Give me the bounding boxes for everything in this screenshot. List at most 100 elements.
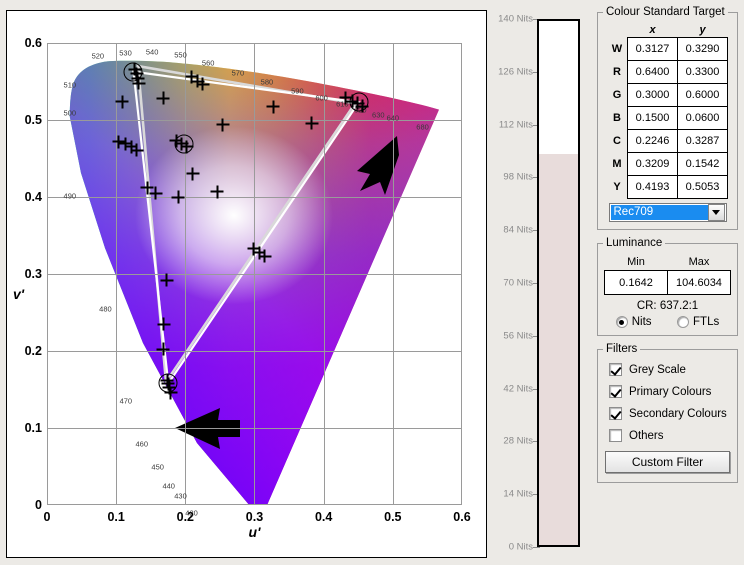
- filter-label: Primary Colours: [629, 385, 712, 398]
- x-tick-0.1: 0.1: [107, 510, 125, 524]
- checkbox-icon[interactable]: [609, 407, 622, 420]
- colour-standard-select[interactable]: Rec709: [608, 203, 727, 222]
- nits-tick-label: 112 Nits: [498, 119, 533, 131]
- cst-cell-x[interactable]: 0.1500: [627, 106, 678, 130]
- filter-label: Grey Scale: [629, 363, 686, 376]
- wavelength-label-640: 640: [386, 113, 400, 123]
- contrast-ratio-text: CR: 637.2:1: [636, 300, 699, 312]
- filter-item-primary-colours[interactable]: Primary Colours: [609, 385, 732, 398]
- luminance-bar-fill: [539, 153, 578, 545]
- radio-icon[interactable]: [615, 316, 628, 328]
- wavelength-label-440: 440: [162, 481, 175, 491]
- y-tick-0.1: 0.1: [24, 420, 42, 435]
- cst-cell-y[interactable]: 0.3287: [677, 129, 728, 153]
- cst-cell-x[interactable]: 0.3209: [627, 152, 678, 176]
- radio-label: FTLs: [693, 316, 720, 328]
- cst-cell-y[interactable]: 0.1542: [677, 152, 728, 176]
- radio-icon[interactable]: [677, 316, 690, 328]
- gridline-x-0.1: [116, 43, 117, 505]
- cst-row-label: M: [612, 158, 622, 170]
- x-tick-0: 0: [43, 510, 51, 524]
- x-tick-0.3: 0.3: [245, 510, 264, 524]
- radio-label: Nits: [631, 316, 652, 328]
- luminance-max-value: 104.6034: [667, 270, 731, 295]
- gridline-x-0.4: [324, 43, 325, 505]
- nits-tick-label: 14 Nits: [503, 488, 533, 500]
- wavelength-label-540: 540: [145, 47, 159, 57]
- radio-nits[interactable]: Nits: [615, 316, 652, 328]
- luminance-max-label: Max: [688, 255, 710, 268]
- nits-scale-panel: 140 Nits 126 Nits 112 Nits 98 Nits 84 Nits 70…: [492, 10, 588, 558]
- custom-filter-button[interactable]: Custom Filter: [605, 451, 730, 473]
- checkbox-icon[interactable]: [609, 363, 622, 376]
- luminance-table: Min Max 0.1642 104.6034: [604, 253, 731, 295]
- cst-cell-y[interactable]: 0.0600: [677, 106, 728, 130]
- filter-label: Others: [629, 429, 664, 442]
- table-row: M 0.3209 0.1542: [607, 152, 728, 176]
- wavelength-label-470: 470: [119, 395, 133, 405]
- cst-row-label: B: [613, 112, 621, 124]
- nits-tick-label: 126 Nits: [498, 66, 533, 78]
- nits-tick-label: 70 Nits: [503, 277, 533, 289]
- cst-cell-y[interactable]: 0.5053: [677, 175, 728, 199]
- cst-row-label: C: [613, 135, 621, 147]
- checkbox-icon[interactable]: [609, 429, 622, 442]
- cst-cell-x[interactable]: 0.2246: [627, 129, 678, 153]
- y-tick-0.2: 0.2: [24, 343, 42, 358]
- cst-cell-x[interactable]: 0.3127: [627, 37, 678, 61]
- luminance-min-value: 0.1642: [604, 270, 668, 295]
- wavelength-label-560: 560: [201, 57, 215, 67]
- x-axis-title: u': [248, 524, 261, 540]
- cst-cell-x[interactable]: 0.6400: [627, 60, 678, 84]
- cst-cell-y[interactable]: 0.3290: [677, 37, 728, 61]
- wavelength-label-430: 430: [174, 491, 187, 501]
- wavelength-label-580: 580: [260, 77, 274, 87]
- filter-item-others[interactable]: Others: [609, 429, 732, 442]
- filter-item-grey-scale[interactable]: Grey Scale: [609, 363, 732, 376]
- cst-cell-y[interactable]: 0.3300: [677, 60, 728, 84]
- checkbox-icon[interactable]: [609, 385, 622, 398]
- table-row: G 0.3000 0.6000: [607, 83, 728, 107]
- cst-cell-x[interactable]: 0.3000: [627, 83, 678, 107]
- wavelength-label-590: 590: [291, 85, 304, 95]
- luminance-min-label: Min: [627, 255, 645, 268]
- gridline-x-0.6: [461, 43, 462, 505]
- colour-standard-select-value[interactable]: Rec709: [610, 205, 708, 220]
- wavelength-label-500: 500: [63, 108, 77, 118]
- table-row: C 0.2246 0.3287: [607, 129, 728, 153]
- nits-tick-label: 0 Nits: [508, 541, 533, 553]
- filter-item-secondary-colours[interactable]: Secondary Colours: [609, 407, 732, 420]
- x-tick-0.5: 0.5: [384, 510, 402, 524]
- x-tick-0.4: 0.4: [314, 510, 333, 524]
- cst-cell-x[interactable]: 0.4193: [627, 175, 678, 199]
- filters-list: Grey Scale Primary Colours Secondary Colou…: [603, 363, 732, 442]
- target-ring: [174, 134, 194, 154]
- y-tick-0.3: 0.3: [24, 266, 42, 281]
- wavelength-label-680: 680: [416, 122, 429, 132]
- chevron-down-icon[interactable]: [707, 204, 725, 221]
- cst-column-header-x: x: [649, 23, 656, 36]
- nits-tick-label: 56 Nits: [503, 330, 533, 342]
- nits-tick-mark: [533, 547, 540, 548]
- controls-column: Colour Standard Target x y W 0.3127 0.3290 R 0…: [597, 6, 738, 490]
- cst-cell-y[interactable]: 0.6000: [677, 83, 728, 107]
- nits-tick-label: 42 Nits: [503, 383, 533, 395]
- wavelength-label-530: 530: [119, 48, 132, 58]
- wavelength-label-610: 610: [336, 99, 349, 109]
- radio-ftls[interactable]: FTLs: [677, 316, 719, 328]
- gridline-x-0.2: [185, 43, 186, 505]
- plot-area[interactable]: 0 0.1 0.2 0.3 0.4 0.5 0.6 0 0.1 0.2 0.3 0.4 0.5 0.6 …: [13, 37, 471, 540]
- table-row: R 0.6400 0.3300: [607, 60, 728, 84]
- nits-tick-label: 140 Nits: [498, 13, 533, 25]
- chromaticity-diagram-panel: 0 0.1 0.2 0.3 0.4 0.5 0.6 0 0.1 0.2 0.3 0.4 0.5 0.6 …: [6, 10, 487, 558]
- table-row: W 0.3127 0.3290: [607, 37, 728, 61]
- gridline-x-0.5: [393, 43, 394, 505]
- wavelength-label-510: 510: [63, 79, 77, 89]
- target-ring: [158, 373, 178, 393]
- filters-group: Filters Grey Scale Primary Colours Seconda…: [597, 343, 738, 483]
- wavelength-label-450: 450: [151, 461, 164, 471]
- wavelength-label-600: 600: [315, 92, 328, 102]
- y-axis-title: v': [13, 286, 25, 302]
- y-tick-0: 0: [35, 497, 42, 512]
- target-ring: [349, 92, 369, 112]
